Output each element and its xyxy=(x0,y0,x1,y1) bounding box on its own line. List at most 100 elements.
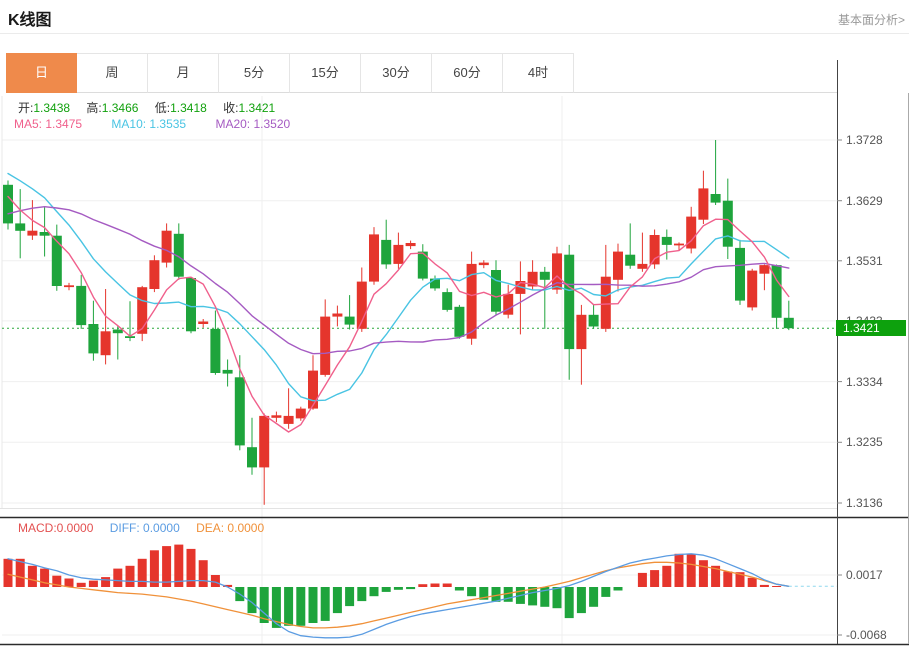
macd-readout: MACD:0.0000 DIFF: 0.0000 DEA: 0.0000 xyxy=(18,521,264,535)
dea-line xyxy=(8,562,789,628)
candle-6 xyxy=(76,286,86,325)
macd-bar-47 xyxy=(577,587,586,613)
price-tick-label: 1.3531 xyxy=(846,254,906,268)
low-value: 1.3418 xyxy=(170,101,207,115)
macd-bar-53 xyxy=(650,570,659,587)
macd-bar-23 xyxy=(284,587,293,626)
candle-18 xyxy=(223,370,233,374)
macd-bar-26 xyxy=(321,587,330,621)
macd-bar-17 xyxy=(211,575,220,587)
macd-bar-55 xyxy=(675,554,684,587)
candle-36 xyxy=(442,292,452,310)
price-tick-label: 1.3334 xyxy=(846,375,906,389)
ma10-value: MA10: 1.3535 xyxy=(111,117,186,131)
candle-52 xyxy=(637,264,647,269)
candle-50 xyxy=(613,252,623,280)
macd-bar-54 xyxy=(662,566,671,587)
price-tick-label: 1.3629 xyxy=(846,194,906,208)
candle-40 xyxy=(491,270,501,312)
kline-chart xyxy=(0,0,909,650)
diff-line xyxy=(8,554,789,638)
diff-value: DIFF: 0.0000 xyxy=(110,521,180,535)
candles-layer xyxy=(3,140,794,505)
macd-bar-45 xyxy=(553,587,562,608)
open-label: 开: xyxy=(18,101,33,115)
high-value: 1.3466 xyxy=(102,101,139,115)
macd-bar-59 xyxy=(723,572,732,588)
candle-8 xyxy=(101,331,111,355)
macd-bar-8 xyxy=(101,577,110,587)
candle-39 xyxy=(479,263,489,266)
macd-bar-46 xyxy=(565,587,574,618)
candle-13 xyxy=(162,231,172,263)
candle-46 xyxy=(564,255,574,349)
ma5-value: MA5: 1.3475 xyxy=(14,117,82,131)
macd-bar-13 xyxy=(162,546,171,587)
candle-48 xyxy=(589,315,599,327)
macd-bar-34 xyxy=(418,584,427,587)
macd-bar-33 xyxy=(406,587,415,589)
candle-23 xyxy=(284,416,294,424)
candle-1 xyxy=(15,223,25,230)
candle-7 xyxy=(88,324,98,353)
candle-62 xyxy=(759,265,769,274)
candle-12 xyxy=(149,260,159,289)
macd-bar-31 xyxy=(382,587,391,592)
low-label: 低: xyxy=(155,101,170,115)
ohlc-readout: 开:1.3438 高:1.3466 低:1.3418 收:1.3421 xyxy=(18,99,275,116)
candle-28 xyxy=(345,317,355,325)
candle-2 xyxy=(27,231,37,236)
macd-bar-24 xyxy=(296,587,305,626)
macd-bar-28 xyxy=(345,587,354,606)
macd-bar-38 xyxy=(467,587,476,596)
macd-bar-16 xyxy=(199,560,208,587)
macd-bar-63 xyxy=(772,586,781,587)
candle-4 xyxy=(52,236,62,286)
macd-bar-3 xyxy=(40,569,49,587)
candle-33 xyxy=(406,243,416,246)
close-label: 收: xyxy=(223,101,238,115)
macd-tick-label: -0.0068 xyxy=(846,628,906,642)
kline-page: K线图 基本面分析> 日周月5分15分30分60分4时 开:1.3438 高:1… xyxy=(0,0,909,650)
candle-58 xyxy=(711,194,721,203)
ma20-value: MA20: 1.3520 xyxy=(215,117,290,131)
close-value: 1.3421 xyxy=(239,101,276,115)
candle-17 xyxy=(210,329,220,373)
candle-21 xyxy=(259,416,269,468)
macd-histogram-layer xyxy=(4,545,782,628)
macd-bar-9 xyxy=(113,569,122,587)
macd-bar-32 xyxy=(394,587,403,590)
candle-64 xyxy=(784,318,794,328)
candle-16 xyxy=(198,322,208,325)
candle-41 xyxy=(503,294,513,315)
current-price-badge: 1.3421 xyxy=(836,320,906,336)
candle-31 xyxy=(381,240,391,265)
price-tick-label: 1.3136 xyxy=(846,496,906,510)
macd-bar-29 xyxy=(357,587,366,601)
candle-60 xyxy=(735,248,745,301)
candle-24 xyxy=(296,409,306,419)
candle-19 xyxy=(235,377,245,445)
dea-value: DEA: 0.0000 xyxy=(196,521,264,535)
macd-bar-57 xyxy=(699,560,708,587)
candle-61 xyxy=(747,271,757,308)
macd-bar-30 xyxy=(370,587,379,596)
macd-bar-7 xyxy=(89,581,98,587)
candle-53 xyxy=(650,235,660,264)
macd-bar-52 xyxy=(638,573,647,587)
price-tick-label: 1.3728 xyxy=(846,133,906,147)
macd-bar-11 xyxy=(138,559,147,587)
candle-0 xyxy=(3,185,13,224)
candle-9 xyxy=(113,330,123,334)
candle-57 xyxy=(698,188,708,219)
candle-32 xyxy=(393,245,403,264)
candle-30 xyxy=(369,234,379,281)
candle-51 xyxy=(625,255,635,266)
candle-11 xyxy=(137,287,147,334)
candle-26 xyxy=(320,317,330,375)
candle-44 xyxy=(540,272,550,280)
macd-bar-56 xyxy=(687,555,696,588)
macd-bar-35 xyxy=(431,584,440,588)
macd-bar-27 xyxy=(333,587,342,613)
candle-20 xyxy=(247,447,257,467)
